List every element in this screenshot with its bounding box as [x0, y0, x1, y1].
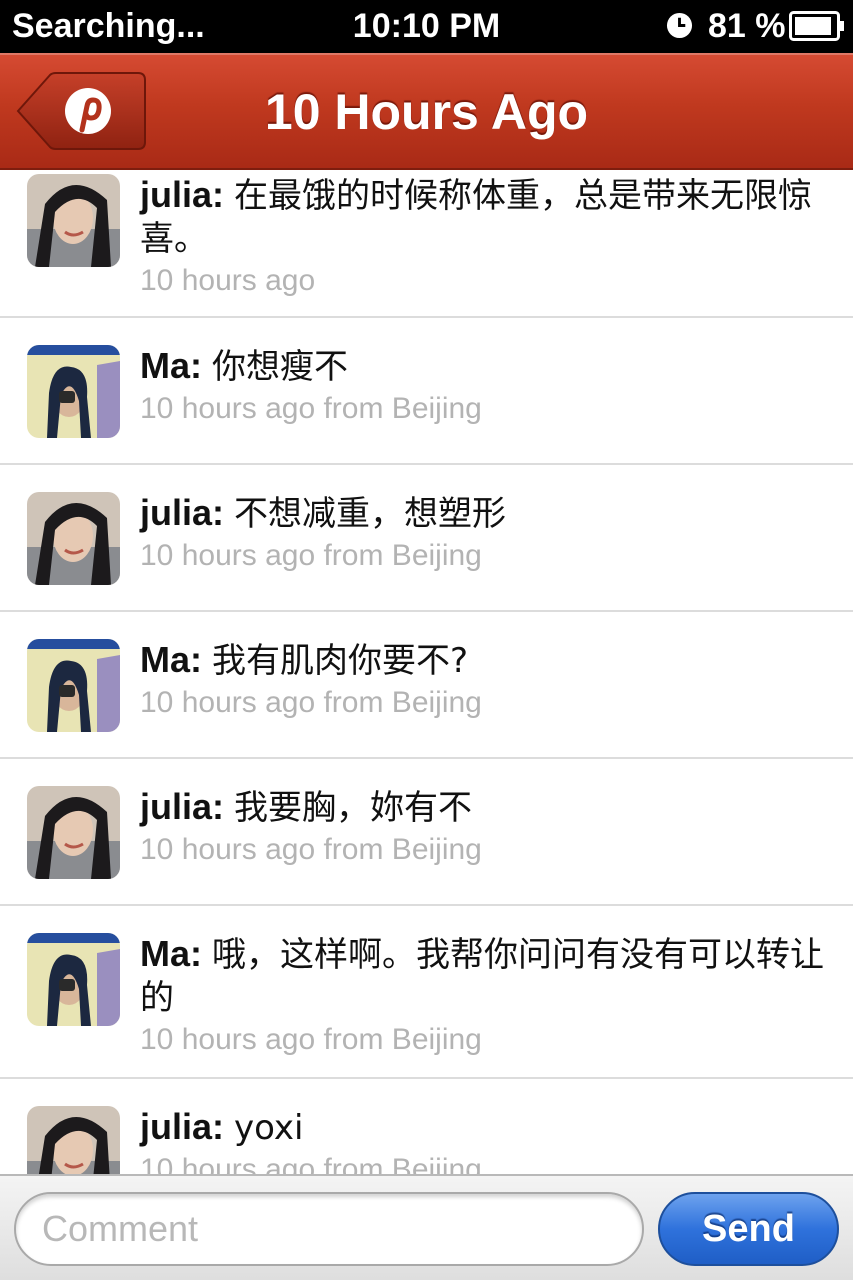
- ma-avatar[interactable]: [27, 345, 120, 438]
- ma-avatar[interactable]: [27, 639, 120, 732]
- battery-percentage: 81 %: [708, 7, 786, 45]
- message-timestamp: 10 hours ago from Beijing: [140, 1023, 482, 1056]
- julia-avatar[interactable]: [27, 174, 120, 267]
- send-button[interactable]: Send: [658, 1192, 839, 1266]
- message-text: julia: 我要胸，妳有不: [140, 786, 473, 828]
- message-timestamp: 10 hours ago from Beijing: [140, 686, 482, 719]
- message-text: Ma: 哦，这样啊。我帮你问问有没有可以转让的: [140, 933, 825, 1018]
- list-item[interactable]: Ma: 我有肌肉你要不? 10 hours ago from Beijing: [0, 612, 853, 759]
- list-item[interactable]: julia: yoxi 10 hours ago from Beijing: [0, 1079, 853, 1174]
- clock-icon: [666, 12, 693, 39]
- comment-bar: Send: [0, 1174, 853, 1280]
- message-text: julia: yoxi: [140, 1106, 304, 1148]
- message-text: julia: 不想减重，想塑形: [140, 492, 507, 534]
- list-item[interactable]: julia: 不想减重，想塑形 10 hours ago from Beijin…: [0, 465, 853, 612]
- julia-avatar[interactable]: [27, 492, 120, 585]
- page-title: 10 Hours Ago: [264, 84, 589, 140]
- list-item[interactable]: Ma: 哦，这样啊。我帮你问问有没有可以转让的 10 hours ago fro…: [0, 906, 853, 1079]
- message-timestamp: 10 hours ago from Beijing: [140, 833, 482, 866]
- status-bar: Searching... 10:10 PM 81 %: [0, 0, 853, 53]
- message-text: julia: 在最饿的时候称体重，总是带来无限惊喜。: [140, 174, 813, 259]
- message-text: Ma: 你想瘦不: [140, 345, 349, 387]
- message-timestamp: 10 hours ago from Beijing: [140, 1153, 482, 1174]
- list-item[interactable]: julia: 在最饿的时候称体重，总是带来无限惊喜。 10 hours ago: [0, 172, 853, 318]
- julia-avatar[interactable]: [27, 1106, 120, 1174]
- ma-avatar[interactable]: [27, 933, 120, 1026]
- message-timestamp: 10 hours ago: [140, 264, 316, 297]
- message-list[interactable]: julia: 在最饿的时候称体重，总是带来无限惊喜。 10 hours ago …: [0, 172, 853, 1174]
- battery-icon: [789, 11, 844, 41]
- message-timestamp: 10 hours ago from Beijing: [140, 392, 482, 425]
- message-timestamp: 10 hours ago from Beijing: [140, 539, 482, 572]
- message-text: Ma: 我有肌肉你要不?: [140, 639, 469, 681]
- julia-avatar[interactable]: [27, 786, 120, 879]
- nav-bar: 10 Hours Ago: [0, 53, 853, 170]
- comment-input[interactable]: [14, 1192, 644, 1266]
- list-item[interactable]: julia: 我要胸，妳有不 10 hours ago from Beijing: [0, 759, 853, 906]
- list-item[interactable]: Ma: 你想瘦不 10 hours ago from Beijing: [0, 318, 853, 465]
